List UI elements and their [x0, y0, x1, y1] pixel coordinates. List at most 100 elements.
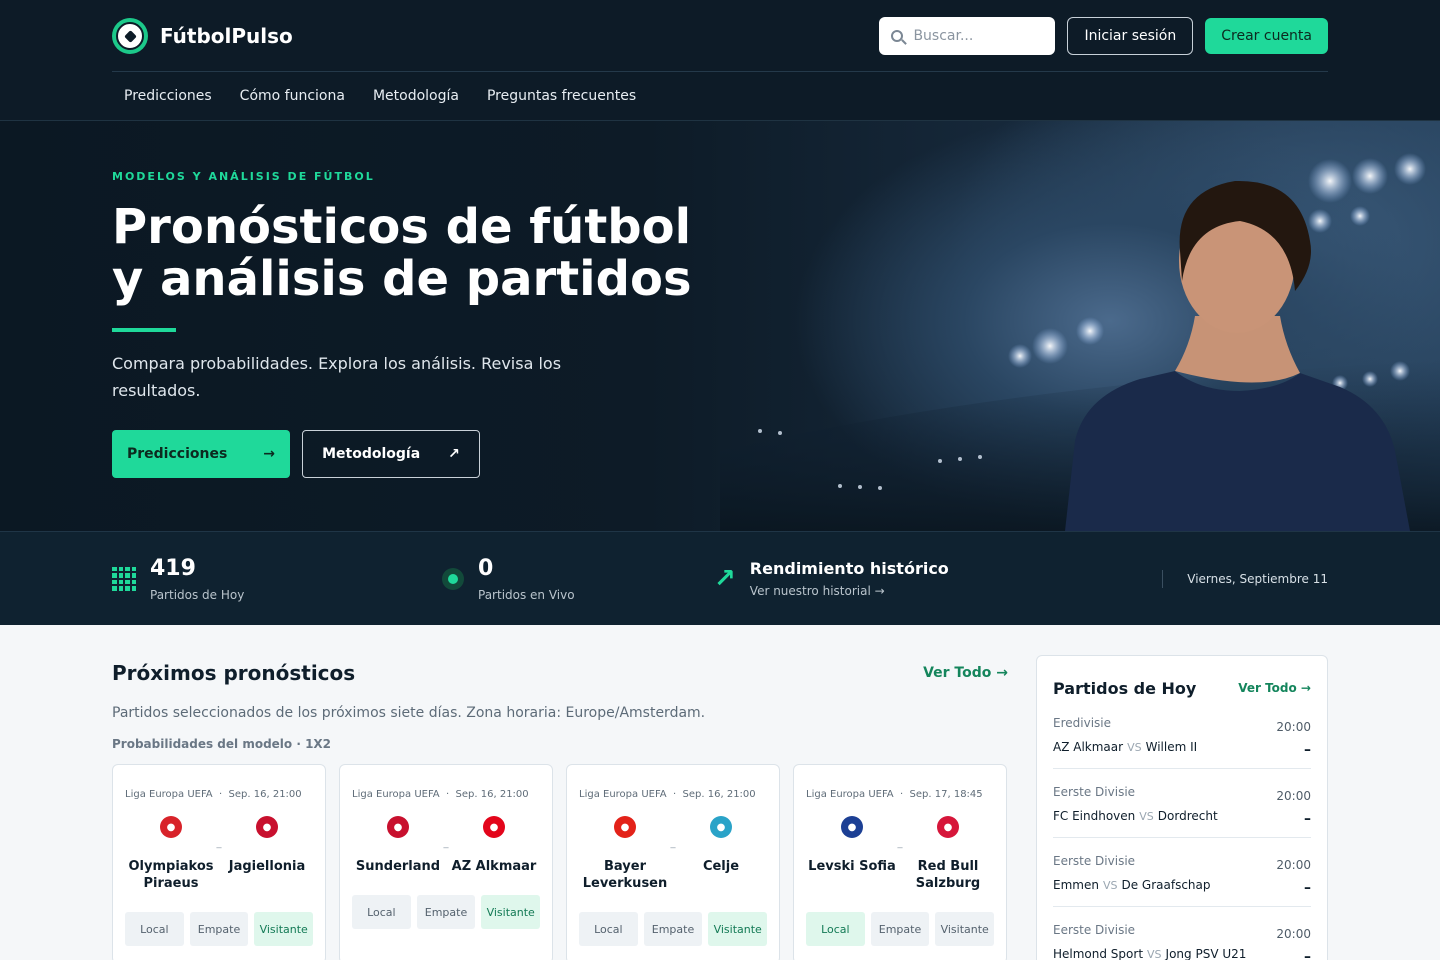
card-meta: Liga Europa UEFA · Sep. 17, 18:45: [806, 789, 983, 800]
upcoming-view-all-link[interactable]: Ver Todo →: [923, 665, 1008, 681]
live-count: 0: [478, 555, 494, 581]
site-header: FútbolPulso Iniciar sesión Crear cuenta …: [0, 0, 1440, 121]
outcome-option[interactable]: Visitante: [481, 895, 541, 929]
outcome-option[interactable]: Visitante: [254, 912, 314, 946]
away-team: ● Jagiellonia: [221, 816, 313, 892]
versus-separator: _: [670, 838, 676, 849]
outcome-options: Local Empate Visitante: [352, 895, 541, 929]
stat-performance[interactable]: ↗ Rendimiento histórico Ver nuestro hist…: [714, 559, 949, 598]
card-meta: Liga Europa UEFA · Sep. 16, 21:00: [125, 789, 302, 800]
brand-logo[interactable]: FútbolPulso: [112, 17, 293, 54]
today-match-list: Eredivisie AZ Alkmaar VS Willem II 20:00 –…: [1053, 700, 1311, 960]
hero-title: Pronósticos de fútbol y análisis de parti…: [112, 199, 692, 307]
today-match-row[interactable]: Eredivisie AZ Alkmaar VS Willem II 20:00 –: [1053, 700, 1311, 769]
today-match-row[interactable]: Eerste Divisie Helmond Sport VS Jong PSV U…: [1053, 907, 1311, 960]
match-league: Eerste Divisie: [1053, 854, 1136, 868]
stat-live[interactable]: 0 Partidos en Vivo: [442, 556, 714, 602]
match-league: Eredivisie: [1053, 716, 1111, 730]
hero-methodology-button[interactable]: Metodología ↗: [302, 430, 480, 478]
main-nav: Predicciones Cómo funciona Metodología P…: [112, 72, 1328, 120]
away-team-name: AZ Alkmaar: [451, 859, 537, 874]
today-view-all-link[interactable]: Ver Todo →: [1238, 681, 1311, 695]
prediction-card[interactable]: Liga Europa UEFA · Sep. 16, 21:00 ● Sund…: [339, 764, 553, 960]
away-crest-icon: ●: [256, 816, 278, 838]
away-team-name: Celje: [702, 859, 740, 874]
today-match-row[interactable]: Eerste Divisie Emmen VS De Graafschap 20:0…: [1053, 838, 1311, 907]
calendar-grid-icon: [112, 566, 136, 591]
outcome-option[interactable]: Local: [352, 895, 411, 929]
home-crest-icon: ●: [614, 816, 636, 838]
live-dot-icon: [442, 567, 464, 590]
home-crest-icon: ●: [160, 816, 182, 838]
versus-separator: _: [897, 838, 903, 849]
today-label: Partidos de Hoy: [150, 587, 245, 602]
hero-predictions-button[interactable]: Predicciones →: [112, 430, 290, 478]
home-team: ● Sunderland: [352, 816, 444, 875]
versus-separator: _: [443, 838, 449, 849]
hero-subtitle: Compara probabilidades. Explora los anál…: [112, 354, 562, 400]
outcome-option[interactable]: Local: [579, 912, 638, 946]
home-team-name: Olympiakos Piraeus: [128, 859, 214, 891]
probabilities-label: Probabilidades del modelo · 1X2: [112, 737, 332, 751]
match-result: –: [1304, 742, 1311, 758]
card-meta: Liga Europa UEFA · Sep. 16, 21:00: [579, 789, 756, 800]
home-team: ● Levski Sofia: [806, 816, 898, 892]
match-teams: Emmen VS De Graafschap: [1053, 878, 1211, 892]
away-crest-icon: ●: [483, 816, 505, 838]
outcome-option[interactable]: Empate: [416, 895, 476, 929]
nav-item-faq[interactable]: Preguntas frecuentes: [487, 88, 636, 104]
search-input[interactable]: [913, 27, 1034, 44]
away-team-name: Jagiellonia: [228, 859, 306, 874]
today-panel-title: Partidos de Hoy: [1053, 678, 1197, 698]
outcome-option[interactable]: Empate: [643, 912, 703, 946]
outcome-option[interactable]: Visitante: [708, 912, 768, 946]
prediction-card[interactable]: Liga Europa UEFA · Sep. 17, 18:45 ● Levs…: [793, 764, 1007, 960]
performance-title: Rendimiento histórico: [749, 559, 949, 578]
prediction-card[interactable]: Liga Europa UEFA · Sep. 16, 21:00 ● Olym…: [112, 764, 326, 960]
match-teams: AZ Alkmaar VS Willem II: [1053, 740, 1198, 754]
arrow-right-icon: →: [263, 446, 276, 462]
trend-up-icon: ↗: [714, 563, 736, 594]
outcome-option[interactable]: Local: [125, 912, 184, 946]
external-arrow-icon: ↗: [448, 446, 460, 462]
match-result: –: [1304, 949, 1311, 960]
prediction-card[interactable]: Liga Europa UEFA · Sep. 16, 21:00 ● Baye…: [566, 764, 780, 960]
current-date: Viernes, Septiembre 11: [1162, 569, 1328, 588]
header-top-row: FútbolPulso Iniciar sesión Crear cuenta: [112, 0, 1328, 72]
match-teams: Helmond Sport VS Jong PSV U21: [1053, 947, 1247, 960]
match-result: –: [1304, 811, 1311, 827]
stat-today[interactable]: 419 Partidos de Hoy: [112, 556, 442, 602]
hero-section: MODELOS Y ANÁLISIS DE FÚTBOL Pronósticos…: [0, 121, 1440, 531]
match-teams: FC Eindhoven VS Dordrecht: [1053, 809, 1218, 823]
soccer-ball-icon: [112, 17, 148, 54]
match-league: Eerste Divisie: [1053, 923, 1136, 937]
away-team-name: Red Bull Salzburg: [915, 859, 981, 891]
card-meta: Liga Europa UEFA · Sep. 16, 21:00: [352, 789, 529, 800]
today-match-row[interactable]: Eerste Divisie FC Eindhoven VS Dordrecht 2…: [1053, 769, 1311, 838]
home-team-name: Sunderland: [355, 859, 441, 874]
nav-item-metodologia[interactable]: Metodología: [373, 88, 459, 104]
outcome-option[interactable]: Visitante: [935, 912, 995, 946]
upcoming-title: Próximos pronósticos: [112, 661, 356, 685]
home-team-name: Bayer Leverkusen: [582, 859, 668, 891]
outcome-option[interactable]: Empate: [870, 912, 930, 946]
hero-eyebrow: MODELOS Y ANÁLISIS DE FÚTBOL: [112, 170, 375, 183]
away-crest-icon: ●: [710, 816, 732, 838]
home-team: ● Olympiakos Piraeus: [125, 816, 217, 892]
outcome-option[interactable]: Empate: [189, 912, 249, 946]
home-team: ● Bayer Leverkusen: [579, 816, 671, 892]
nav-item-predicciones[interactable]: Predicciones: [124, 88, 212, 104]
match-league: Eerste Divisie: [1053, 785, 1136, 799]
search-box: [879, 16, 1056, 55]
performance-history-link[interactable]: Ver nuestro historial →: [750, 584, 949, 598]
signup-button[interactable]: Crear cuenta: [1205, 17, 1328, 54]
nav-item-como-funciona[interactable]: Cómo funciona: [240, 88, 345, 104]
search-icon: [891, 29, 904, 42]
outcome-options: Local Empate Visitante: [806, 912, 995, 946]
away-team: ● Red Bull Salzburg: [902, 816, 994, 892]
login-button[interactable]: Iniciar sesión: [1067, 16, 1194, 55]
today-count: 419: [150, 555, 196, 581]
away-crest-icon: ●: [937, 816, 959, 838]
stats-strip: 419 Partidos de Hoy 0 Partidos en Vivo ↗…: [0, 531, 1440, 625]
outcome-option[interactable]: Local: [806, 912, 865, 946]
